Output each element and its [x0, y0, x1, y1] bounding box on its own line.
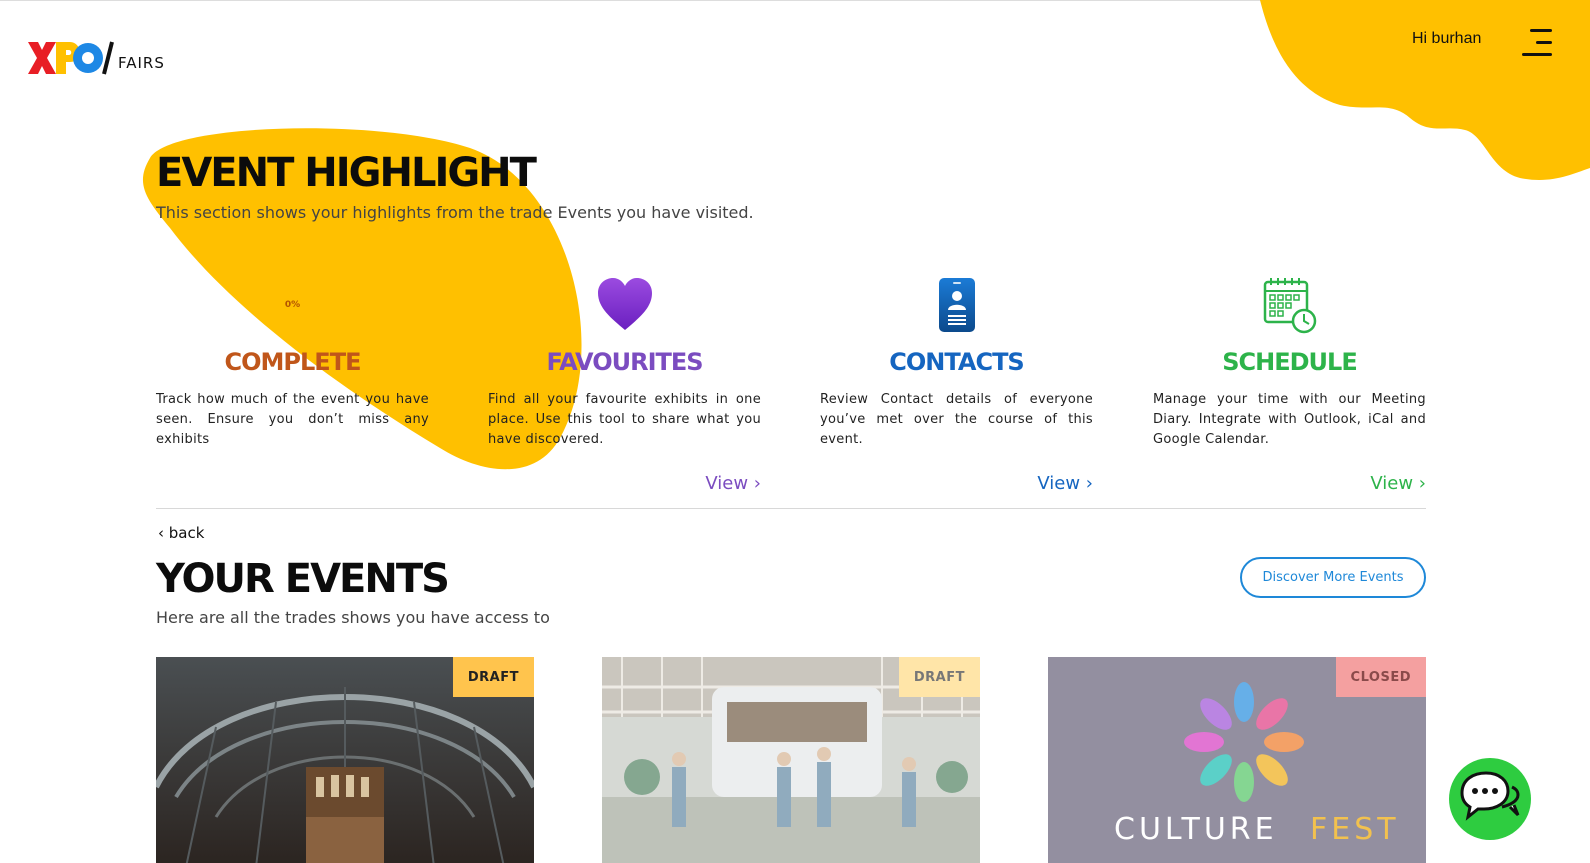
- progress-indicator: 0%: [156, 270, 429, 340]
- logo[interactable]: FAIRS: [26, 38, 165, 78]
- calendar-clock-icon: [1153, 270, 1426, 340]
- card-desc-favourites: Find all your favourite exhibits in one …: [488, 392, 761, 447]
- culturefest-logo-text-fest: FEST: [1310, 812, 1400, 847]
- chat-bubbles-icon[interactable]: [1448, 757, 1532, 841]
- event-card-2[interactable]: DRAFT: [602, 657, 980, 863]
- view-favourites-link[interactable]: View ›: [705, 473, 761, 494]
- card-title-favourites: FAVOURITES: [546, 348, 703, 376]
- hamburger-menu-icon[interactable]: [1520, 27, 1552, 59]
- contact-card-icon: [820, 270, 1093, 340]
- card-title-contacts: CONTACTS: [889, 348, 1024, 376]
- view-schedule-link[interactable]: View ›: [1370, 473, 1426, 494]
- discover-more-events-button[interactable]: Discover More Events: [1240, 557, 1426, 598]
- section-divider: [156, 508, 1426, 509]
- status-badge: DRAFT: [452, 657, 534, 697]
- heart-icon: [488, 270, 761, 340]
- card-title-complete: COMPLETE: [224, 348, 362, 376]
- back-link[interactable]: ‹ back: [158, 524, 204, 542]
- card-desc-schedule: Manage your time with our Meeting Diary.…: [1153, 392, 1426, 447]
- event-card-1[interactable]: DRAFT: [156, 657, 534, 863]
- event-card-3[interactable]: CULTURE FEST CLOSED: [1048, 657, 1426, 863]
- culturefest-logo-text-culture: CULTURE: [1114, 812, 1278, 847]
- logo-fairs-text: FAIRS: [118, 54, 165, 72]
- event-highlight-title: EVENT HIGHLIGHT: [156, 150, 537, 196]
- status-badge: DRAFT: [898, 657, 980, 697]
- user-greeting[interactable]: Hi burhan: [1412, 30, 1481, 48]
- your-events-subtitle: Here are all the trades shows you have a…: [156, 608, 550, 627]
- status-badge: CLOSED: [1335, 657, 1426, 697]
- your-events-title: YOUR EVENTS: [156, 556, 450, 602]
- xpo-logo-icon: [28, 41, 114, 75]
- progress-percent: 0%: [284, 300, 301, 310]
- card-title-schedule: SCHEDULE: [1222, 348, 1357, 376]
- card-desc-complete: Track how much of the event you have see…: [156, 392, 429, 447]
- view-contacts-link[interactable]: View ›: [1037, 473, 1093, 494]
- card-desc-contacts: Review Contact details of everyone you’v…: [820, 392, 1093, 447]
- event-highlight-subtitle: This section shows your highlights from …: [156, 203, 754, 222]
